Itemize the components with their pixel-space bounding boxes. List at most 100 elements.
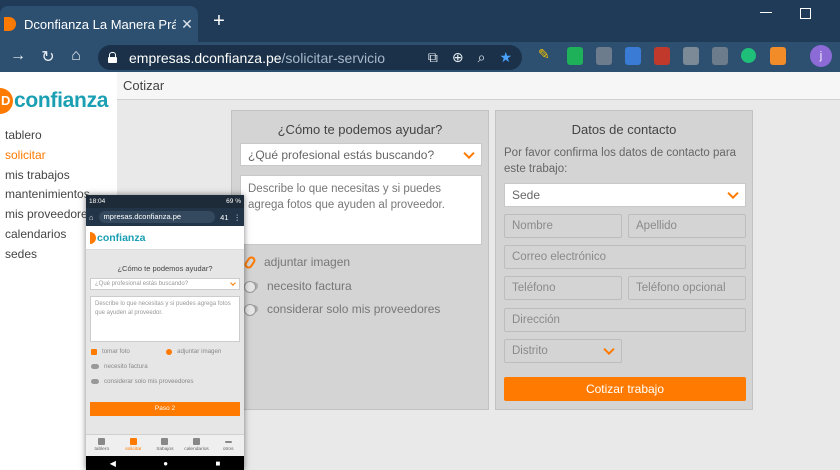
search-icon[interactable]: ⌕ xyxy=(478,49,486,66)
invoice-label: necesito factura xyxy=(267,279,352,293)
last-name-field[interactable]: Apellido xyxy=(628,214,746,238)
contact-card: Datos de contacto Por favor confirma los… xyxy=(495,110,753,410)
help-card-title: ¿Cómo te podemos ayudar? xyxy=(277,122,443,137)
translate-extension-icon[interactable] xyxy=(625,47,641,65)
logo-text: confianza xyxy=(14,89,109,112)
more-dots-icon xyxy=(224,441,232,443)
sidebar-item-solicitar[interactable]: solicitar xyxy=(5,146,94,166)
cotizar-trabajo-button[interactable]: Cotizar trabajo xyxy=(504,377,746,401)
bookmark-star-icon[interactable]: ★ xyxy=(499,49,512,66)
tab-title: Dconfianza La Manera Práctica D xyxy=(24,16,176,32)
own-providers-label: considerar solo mis proveedores xyxy=(267,302,441,316)
phone-logo-icon xyxy=(90,231,96,244)
phone-take-photo[interactable]: tomar foto xyxy=(91,348,130,355)
url-host: empresas.dconfianza.pe xyxy=(129,49,282,66)
page-header: Cotizar xyxy=(117,72,840,100)
invoice-toggle[interactable]: necesito factura xyxy=(244,279,352,293)
phone-attach-image[interactable]: adjuntar imagen xyxy=(166,348,221,355)
orange-extension-icon[interactable] xyxy=(770,47,786,65)
toggle-switch-icon[interactable] xyxy=(244,281,258,293)
sidebar-item-tablero[interactable]: tablero xyxy=(5,126,94,146)
reload-icon[interactable]: ↻ xyxy=(38,47,58,67)
email-field[interactable]: Correo electrónico xyxy=(504,245,746,269)
sidebar-item-mis-proveedores[interactable]: mis proveedores xyxy=(5,205,94,225)
green-dot-extension-icon[interactable] xyxy=(741,48,756,63)
take-photo-label: tomar foto xyxy=(102,348,130,355)
contact-instructions: Por favor confirma los datos de contacto… xyxy=(504,147,737,175)
home-icon[interactable]: ⌂ xyxy=(89,213,94,222)
phone-url[interactable]: mpresas.dconfianza.pe xyxy=(98,211,216,223)
phone-logo-text: confianza xyxy=(97,231,146,244)
phone-optional-field[interactable]: Teléfono opcional xyxy=(628,276,746,300)
phone-nav-tablero[interactable]: tablero xyxy=(86,435,118,456)
phone-nav-trabajos[interactable]: trabajos xyxy=(149,435,181,456)
profile-avatar[interactable]: j xyxy=(810,45,832,67)
zoom-in-icon[interactable]: ⊕ xyxy=(452,49,464,66)
tools-icon xyxy=(129,438,137,445)
phone-nav-otros[interactable]: otros xyxy=(212,435,244,456)
pdf-extension-icon[interactable] xyxy=(654,47,670,65)
contact-card-title: Datos de contacto xyxy=(571,122,677,137)
toggle-switch-icon[interactable] xyxy=(91,379,99,384)
sidebar-item-mis-trabajos[interactable]: mis trabajos xyxy=(5,166,94,186)
sidebar-item-sedes[interactable]: sedes xyxy=(5,245,94,265)
page: D confianza tablero solicitar mis trabaj… xyxy=(0,72,840,470)
phone-field[interactable]: Teléfono xyxy=(504,276,622,300)
district-select[interactable]: Distrito xyxy=(504,339,622,363)
browser-tab-strip: Dconfianza La Manera Práctica D ✕ + xyxy=(0,0,840,42)
recents-square-icon[interactable]: ■ xyxy=(215,459,220,468)
address-bar[interactable]: empresas.dconfianza.pe/solicitar-servici… xyxy=(98,45,522,70)
browser-tab[interactable]: Dconfianza La Manera Práctica D ✕ xyxy=(0,6,198,42)
calendar-icon xyxy=(193,438,201,445)
home-circle-icon[interactable]: ● xyxy=(163,459,168,468)
sede-select-value: Sede xyxy=(512,188,541,202)
page-title: Cotizar xyxy=(123,78,165,93)
phone-description-textarea[interactable]: Describe lo que necesitas y si puedes ag… xyxy=(90,296,240,342)
camera-icon xyxy=(91,348,97,355)
back-triangle-icon[interactable]: ◀ xyxy=(110,459,116,468)
sidebar-item-mantenimientos[interactable]: mantenimientos xyxy=(5,185,94,205)
phone-nav-solicitar[interactable]: solicitar xyxy=(118,435,150,456)
kebab-menu-icon[interactable]: ⋮ xyxy=(234,213,242,222)
phone-nav-calendarios[interactable]: calendarios xyxy=(181,435,213,456)
description-textarea[interactable]: Describe lo que necesitas y si puedes ag… xyxy=(240,175,482,245)
home-icon[interactable]: ⌂ xyxy=(66,47,86,65)
gray-extension-icon[interactable] xyxy=(683,47,699,65)
address-field[interactable]: Dirección xyxy=(504,308,746,332)
attach-image-label: adjuntar imagen xyxy=(177,348,222,355)
close-tab-icon[interactable]: ✕ xyxy=(176,16,198,33)
lock-extension-icon[interactable] xyxy=(712,47,728,65)
phone-browser-bar: ⌂ mpresas.dconfianza.pe 41 ⋮ xyxy=(86,208,244,226)
paperclip-icon xyxy=(242,254,258,270)
pencil-extension-icon[interactable]: ✎ xyxy=(538,46,552,64)
brand-logo[interactable]: D confianza xyxy=(0,88,108,114)
toggle-switch-icon[interactable] xyxy=(244,304,258,316)
checklist-extension-icon[interactable] xyxy=(567,47,583,65)
phone-invoice-toggle[interactable]: necesito factura xyxy=(91,363,148,370)
toggle-switch-icon[interactable] xyxy=(91,364,99,369)
own-providers-label: considerar solo mis proveedores xyxy=(104,378,194,385)
tab-count-badge[interactable]: 41 xyxy=(220,213,228,222)
clipboard-icon xyxy=(161,438,169,445)
dconfianza-favicon-icon xyxy=(4,17,16,31)
phone-professional-select[interactable]: ¿Qué profesional estás buscando? xyxy=(90,278,240,290)
chevron-down-icon xyxy=(230,280,236,286)
minimize-window-icon[interactable] xyxy=(760,6,774,20)
first-name-field[interactable]: Nombre xyxy=(504,214,622,238)
open-in-app-icon[interactable]: ⧉ xyxy=(428,49,438,66)
new-tab-button[interactable]: + xyxy=(208,10,230,33)
phone-body: ¿Cómo te podemos ayudar? ¿Qué profesiona… xyxy=(86,250,244,434)
sidebar-item-calendarios[interactable]: calendarios xyxy=(5,225,94,245)
attach-image-option[interactable]: adjuntar imagen xyxy=(242,254,350,270)
forward-arrow-icon[interactable]: → xyxy=(8,47,28,65)
invoice-label: necesito factura xyxy=(104,363,148,370)
sede-select[interactable]: Sede xyxy=(504,183,746,207)
phone-battery: 69 % xyxy=(226,198,241,205)
step-2-button[interactable]: Paso 2 xyxy=(90,402,240,416)
grid-extension-icon[interactable] xyxy=(596,47,612,65)
maximize-window-icon[interactable] xyxy=(800,8,811,19)
logo-letter: D xyxy=(0,88,13,114)
own-providers-toggle[interactable]: considerar solo mis proveedores xyxy=(244,302,440,316)
phone-own-providers-toggle[interactable]: considerar solo mis proveedores xyxy=(91,378,193,385)
professional-select[interactable]: ¿Qué profesional estás buscando? xyxy=(240,143,482,166)
